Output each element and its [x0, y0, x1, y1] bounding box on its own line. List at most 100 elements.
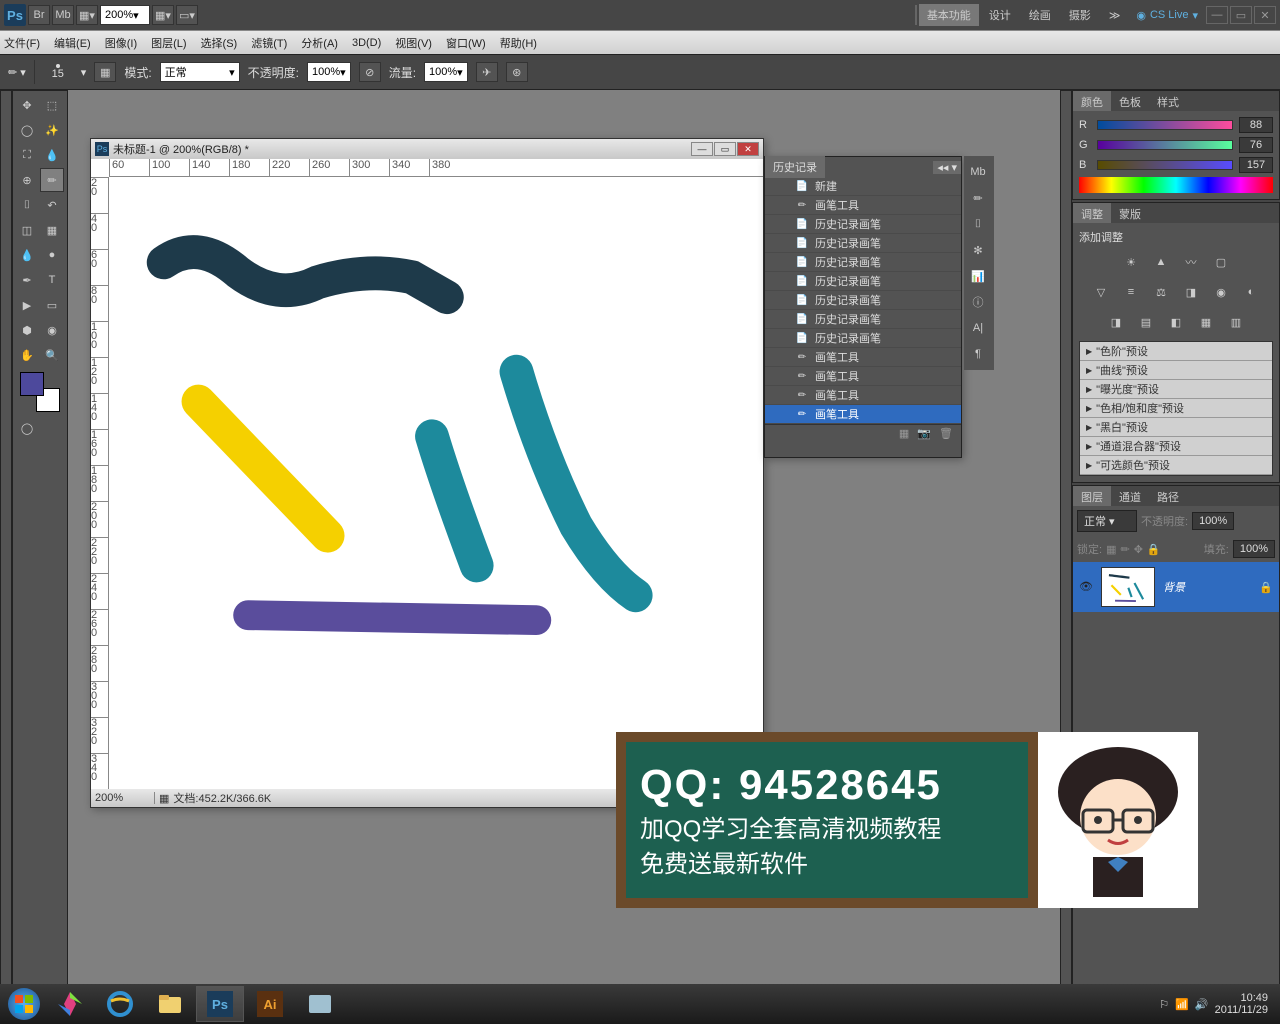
- adj-mixer-icon[interactable]: ◐: [1240, 281, 1262, 303]
- g-slider[interactable]: [1097, 140, 1233, 150]
- adj-posterize-icon[interactable]: ▤: [1135, 311, 1157, 333]
- adj-selective-icon[interactable]: ▥: [1225, 311, 1247, 333]
- zoom-select[interactable]: 200% ▾: [100, 5, 150, 25]
- color-swatches[interactable]: [20, 372, 60, 412]
- zoom-tool[interactable]: 🔍: [40, 343, 64, 367]
- workspace-more[interactable]: ≫: [1101, 4, 1129, 26]
- eyedropper-tool[interactable]: 💧: [40, 143, 64, 167]
- 3d-camera-tool[interactable]: ◉: [40, 318, 64, 342]
- layer-visibility-icon[interactable]: 👁: [1079, 580, 1093, 594]
- screen-mode-icon[interactable]: ▭▾: [176, 5, 198, 25]
- adj-balance-icon[interactable]: ⚖: [1150, 281, 1172, 303]
- adj-vibrance-icon[interactable]: ▽: [1090, 281, 1112, 303]
- mini-nav-icon[interactable]: ✻: [966, 238, 990, 262]
- mini-histogram-icon[interactable]: 📊: [966, 264, 990, 288]
- b-value[interactable]: 157: [1239, 157, 1273, 173]
- mini-brush-icon[interactable]: ✏: [966, 186, 990, 210]
- menu-view[interactable]: 视图(V): [395, 33, 432, 53]
- brush-tool[interactable]: ✏: [40, 168, 64, 192]
- workspace-paint[interactable]: 绘画: [1021, 4, 1059, 26]
- menu-file[interactable]: 文件(F): [4, 33, 40, 53]
- brush-panel-toggle[interactable]: ▦: [94, 62, 116, 82]
- history-item[interactable]: 📄历史记录画笔: [765, 310, 961, 329]
- type-tool[interactable]: T: [40, 268, 64, 292]
- adj-gradmap-icon[interactable]: ▦: [1195, 311, 1217, 333]
- preset-item[interactable]: ▶"色相/饱和度"预设: [1080, 399, 1272, 418]
- path-select-tool[interactable]: ▶: [15, 293, 39, 317]
- history-item[interactable]: ✏画笔工具: [765, 196, 961, 215]
- shape-tool[interactable]: ▭: [40, 293, 64, 317]
- menu-help[interactable]: 帮助(H): [500, 33, 537, 53]
- airbrush-icon[interactable]: ✈: [476, 62, 498, 82]
- tray-network-icon[interactable]: 📶: [1175, 998, 1189, 1011]
- doc-close[interactable]: ✕: [737, 142, 759, 156]
- menu-image[interactable]: 图像(I): [105, 33, 137, 53]
- taskbar-app2[interactable]: [296, 986, 344, 1022]
- history-delete-icon[interactable]: 🗑: [939, 427, 953, 440]
- history-item[interactable]: 📄新建: [765, 177, 961, 196]
- adj-levels-icon[interactable]: ▲: [1150, 251, 1172, 273]
- doc-minimize[interactable]: —: [691, 142, 713, 156]
- adj-brightness-icon[interactable]: ☀: [1120, 251, 1142, 273]
- preset-item[interactable]: ▶"黑白"预设: [1080, 418, 1272, 437]
- taskbar-photoshop[interactable]: Ps: [196, 986, 244, 1022]
- minibridge-icon[interactable]: Mb: [52, 5, 74, 25]
- menu-select[interactable]: 选择(S): [201, 33, 238, 53]
- arrange-icon[interactable]: ▦▾: [152, 5, 174, 25]
- opacity-input[interactable]: 100%▾: [307, 62, 351, 82]
- tab-color[interactable]: 颜色: [1073, 91, 1111, 111]
- tray-clock[interactable]: 10:492011/11/29: [1215, 992, 1268, 1016]
- menu-window[interactable]: 窗口(W): [446, 33, 486, 53]
- r-slider[interactable]: [1097, 120, 1233, 130]
- taskbar-illustrator[interactable]: Ai: [246, 986, 294, 1022]
- tab-adjustments[interactable]: 调整: [1073, 203, 1111, 223]
- bridge-icon[interactable]: Br: [28, 5, 50, 25]
- start-button[interactable]: [4, 986, 44, 1022]
- vertical-ruler[interactable]: 2040608010012014016018020022024026028030…: [91, 177, 109, 789]
- history-item[interactable]: 📄历史记录画笔: [765, 291, 961, 310]
- doc-maximize[interactable]: ▭: [714, 142, 736, 156]
- layer-name[interactable]: 背景: [1163, 579, 1185, 595]
- menu-edit[interactable]: 编辑(E): [54, 33, 91, 53]
- lock-pixels-icon[interactable]: ✏: [1120, 543, 1129, 556]
- history-item[interactable]: ✏画笔工具: [765, 405, 961, 424]
- g-value[interactable]: 76: [1239, 137, 1273, 153]
- taskbar-ie[interactable]: [96, 986, 144, 1022]
- menu-analysis[interactable]: 分析(A): [301, 33, 338, 53]
- history-item[interactable]: 📄历史记录画笔: [765, 329, 961, 348]
- history-item[interactable]: 📄历史记录画笔: [765, 253, 961, 272]
- preset-item[interactable]: ▶"色阶"预设: [1080, 342, 1272, 361]
- history-brush-tool[interactable]: ↶: [40, 193, 64, 217]
- window-minimize[interactable]: —: [1206, 6, 1228, 24]
- history-item[interactable]: ✏画笔工具: [765, 386, 961, 405]
- adj-threshold-icon[interactable]: ◧: [1165, 311, 1187, 333]
- marquee-tool[interactable]: ⬚: [40, 93, 64, 117]
- history-item[interactable]: ✏画笔工具: [765, 348, 961, 367]
- lasso-tool[interactable]: ◯: [15, 118, 39, 142]
- mini-clone-icon[interactable]: ⌷: [966, 212, 990, 236]
- crop-tool[interactable]: ⛶: [15, 143, 39, 167]
- history-item[interactable]: 📄历史记录画笔: [765, 234, 961, 253]
- workspace-basic[interactable]: 基本功能: [919, 4, 979, 26]
- lock-position-icon[interactable]: ✥: [1134, 543, 1143, 556]
- workspace-photo[interactable]: 摄影: [1061, 4, 1099, 26]
- brush-preset-picker[interactable]: 15: [43, 57, 73, 87]
- toolbox-collapse[interactable]: [0, 90, 12, 1024]
- layer-thumbnail[interactable]: [1101, 567, 1155, 607]
- adj-invert-icon[interactable]: ◨: [1105, 311, 1127, 333]
- opacity-pressure-icon[interactable]: ⊘: [359, 62, 381, 82]
- heal-tool[interactable]: ⊕: [15, 168, 39, 192]
- zoom-display[interactable]: 200%: [95, 792, 155, 804]
- document-titlebar[interactable]: Ps 未标题-1 @ 200%(RGB/8) * — ▭ ✕: [91, 139, 763, 159]
- blend-mode-select[interactable]: 正常▾: [160, 62, 240, 82]
- tray-volume-icon[interactable]: 🔊: [1195, 998, 1209, 1011]
- hand-tool[interactable]: ✋: [15, 343, 39, 367]
- cslive-button[interactable]: ◉CS Live▾: [1130, 9, 1204, 22]
- history-item[interactable]: 📄历史记录画笔: [765, 215, 961, 234]
- blur-tool[interactable]: 💧: [15, 243, 39, 267]
- lock-all-icon[interactable]: 🔒: [1147, 543, 1161, 556]
- move-tool[interactable]: ✥: [15, 93, 39, 117]
- preset-item[interactable]: ▶"曝光度"预设: [1080, 380, 1272, 399]
- mini-char-icon[interactable]: A|: [966, 316, 990, 340]
- mini-info-icon[interactable]: ⓘ: [966, 290, 990, 314]
